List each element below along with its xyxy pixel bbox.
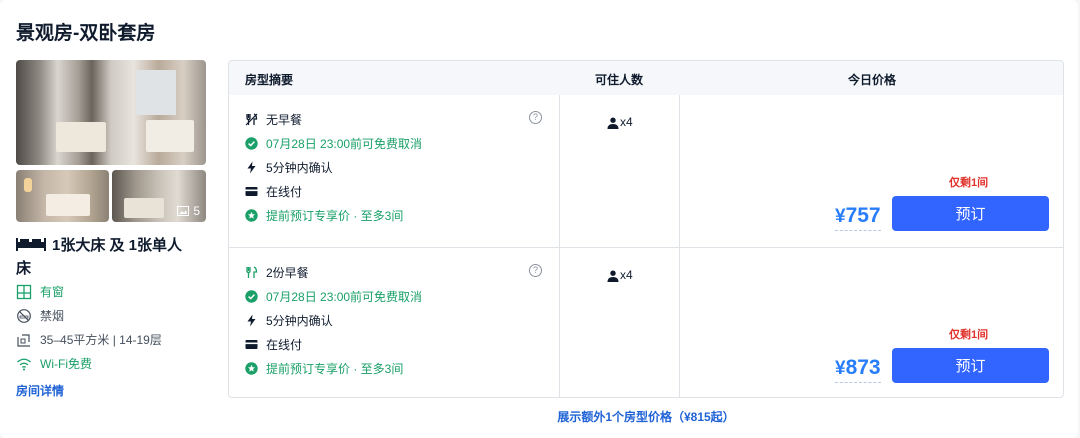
check-circle-icon — [245, 290, 258, 303]
area-icon — [17, 333, 30, 347]
feature-wifi: Wi-Fi免费 — [16, 355, 92, 372]
meal-info: 2份早餐 — [245, 264, 309, 281]
feature-window: 有窗 — [16, 283, 64, 300]
max-guests: x4 — [607, 268, 633, 282]
window-icon — [16, 284, 32, 299]
show-more-rooms-link[interactable]: 展示额外1个房型价格（¥815起） — [228, 408, 1064, 425]
header-summary: 房型摘要 — [245, 73, 294, 87]
rooms-remaining: 仅剩1间 — [949, 177, 989, 189]
header-occupancy: 可住人数 — [594, 73, 643, 87]
person-icon — [607, 117, 619, 129]
help-icon[interactable]: ? — [529, 264, 542, 277]
price[interactable]: ¥757 — [835, 204, 881, 231]
room-card: 景观房-双卧套房 5 1张大床 及 1张单人床 有窗 禁烟 35–45平方米 |… — [0, 0, 1078, 438]
breakfast-icon — [246, 266, 258, 278]
help-icon[interactable]: ? — [529, 111, 542, 124]
price[interactable]: ¥873 — [835, 356, 881, 383]
image-icon — [177, 206, 190, 216]
promo-info[interactable]: 提前预订专享价 · 至多3间 — [245, 207, 403, 224]
star-badge-icon — [245, 209, 258, 222]
rooms-remaining: 仅剩1间 — [949, 329, 989, 341]
lightning-icon — [247, 314, 256, 327]
star-badge-icon — [245, 362, 258, 375]
wifi-icon — [17, 358, 31, 370]
cancel-policy[interactable]: 07月28日 23:00前可免费取消 — [245, 288, 422, 305]
room-photo-main[interactable] — [16, 60, 206, 165]
book-button[interactable]: 预订 — [892, 348, 1049, 383]
lightning-icon — [247, 161, 256, 174]
payment-method: 在线付 — [245, 183, 302, 200]
bed-info: 1张大床 及 1张单人床 — [16, 237, 183, 277]
room-detail-link[interactable]: 房间详情 — [16, 382, 64, 399]
photo-count: 5 — [177, 204, 200, 218]
card-icon — [245, 187, 258, 196]
payment-method: 在线付 — [245, 336, 302, 353]
room-photo-thumb-more[interactable]: 5 — [112, 170, 206, 222]
rate-table: 房型摘要 可住人数 今日价格 无早餐 ? 07月28日 23:00前可免费取消 … — [228, 60, 1064, 398]
rate-row: 2份早餐 ? 07月28日 23:00前可免费取消 5分钟内确认 在线付 提前预… — [229, 247, 1063, 397]
confirm-time: 5分钟内确认 — [245, 159, 333, 176]
table-header: 房型摘要 可住人数 今日价格 — [229, 61, 1063, 95]
cancel-policy[interactable]: 07月28日 23:00前可免费取消 — [245, 135, 422, 152]
no-smoking-icon — [17, 308, 31, 323]
feature-no-smoking: 禁烟 — [16, 307, 64, 324]
book-button[interactable]: 预订 — [892, 196, 1049, 231]
check-circle-icon — [245, 137, 258, 150]
confirm-time: 5分钟内确认 — [245, 312, 333, 329]
person-icon — [607, 270, 619, 282]
room-title: 景观房-双卧套房 — [16, 23, 156, 44]
header-price: 今日价格 — [847, 73, 896, 87]
promo-info[interactable]: 提前预订专享价 · 至多3间 — [245, 360, 403, 377]
max-guests: x4 — [607, 115, 633, 129]
bed-icon — [16, 238, 46, 251]
room-photo-thumb[interactable] — [16, 170, 109, 222]
card-icon — [245, 340, 258, 349]
no-breakfast-icon — [245, 113, 258, 126]
feature-area: 35–45平方米 | 14-19层 — [16, 331, 162, 348]
meal-info: 无早餐 — [245, 111, 302, 128]
rate-row: 无早餐 ? 07月28日 23:00前可免费取消 5分钟内确认 在线付 提前预订… — [229, 95, 1063, 246]
